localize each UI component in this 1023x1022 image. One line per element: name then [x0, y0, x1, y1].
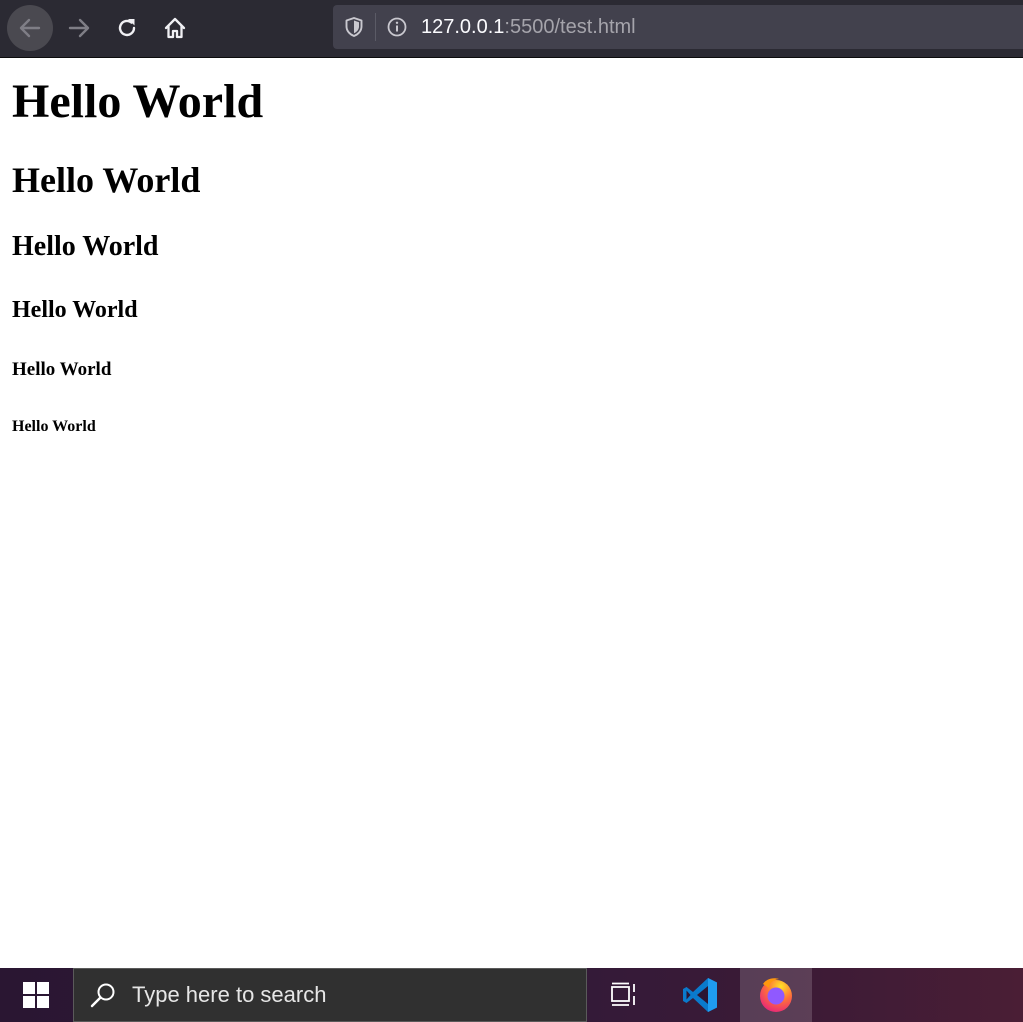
url-host: 127.0.0.1	[421, 16, 505, 38]
tracking-protection-button[interactable]	[341, 5, 367, 49]
search-placeholder: Type here to search	[132, 982, 327, 1007]
reload-icon	[118, 19, 136, 37]
vscode-icon	[683, 978, 717, 1012]
windows-logo-icon	[23, 982, 49, 1008]
heading-h3: Hello World	[12, 231, 159, 262]
url-bar-divider	[375, 13, 376, 41]
taskbar-vscode[interactable]	[664, 968, 736, 1022]
page-content: Hello World Hello World Hello World Hell…	[0, 58, 1023, 968]
url-bar[interactable]: 127.0.0.1:5500/test.html	[333, 5, 1023, 49]
reload-button[interactable]	[104, 5, 150, 51]
heading-h5: Hello World	[12, 359, 112, 380]
tracking-protection-shield-icon	[345, 17, 363, 37]
heading-h1: Hello World	[12, 75, 264, 128]
url-path: :5500/test.html	[504, 16, 636, 38]
task-view-icon	[611, 982, 635, 1006]
forward-button[interactable]	[56, 5, 102, 51]
heading-h6: Hello World	[12, 418, 96, 435]
url-text[interactable]: 127.0.0.1:5500/test.html	[421, 5, 636, 49]
site-info-button[interactable]	[384, 5, 410, 49]
taskbar-firefox[interactable]	[740, 968, 812, 1022]
home-button[interactable]	[152, 5, 198, 51]
back-button[interactable]	[7, 5, 53, 51]
search-icon	[90, 983, 115, 1008]
heading-h4: Hello World	[12, 297, 138, 323]
back-arrow-icon	[19, 18, 41, 38]
start-button[interactable]	[0, 968, 72, 1022]
task-view-button[interactable]	[588, 968, 660, 1022]
taskbar-search-box[interactable]: Type here to search	[73, 968, 587, 1022]
firefox-icon	[760, 978, 792, 1012]
search-icon-wrap	[88, 969, 118, 1021]
windows-taskbar: Type here to search	[0, 968, 1023, 1022]
site-info-icon	[387, 17, 407, 37]
browser-toolbar: 127.0.0.1:5500/test.html	[0, 0, 1023, 58]
heading-h2: Hello World	[12, 160, 201, 200]
home-icon	[164, 17, 186, 39]
forward-arrow-icon	[68, 18, 90, 38]
